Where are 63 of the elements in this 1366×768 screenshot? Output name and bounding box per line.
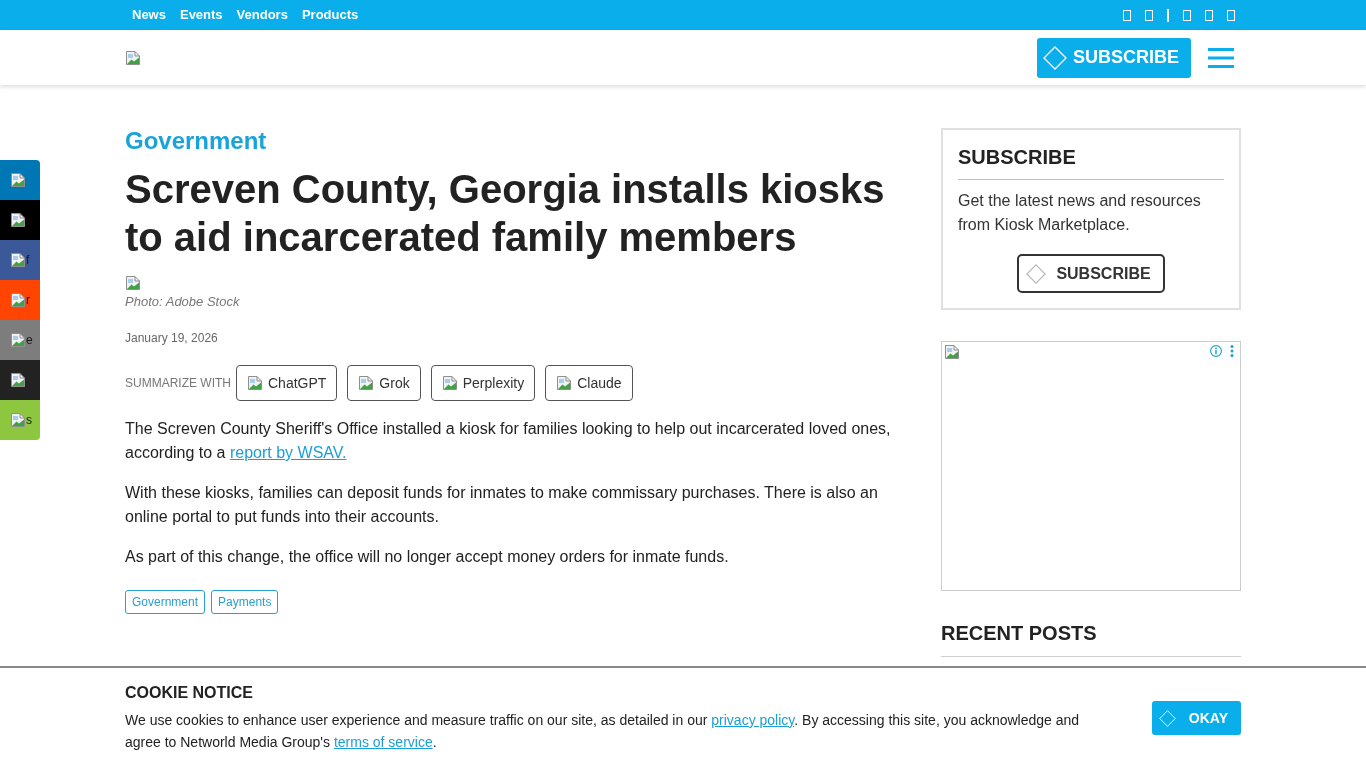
section-heading: SUBSCRIBE <box>958 145 1077 169</box>
broken-image-icon <box>556 375 573 391</box>
summarize-button[interactable]: ChatGPT <box>236 365 338 401</box>
broken-image-icon <box>247 375 263 391</box>
paragraph: With these kiosks, families can deposit funds for inmates to make commissary purchases. There is also an online portal to put funds into their accounts. <box>125 483 879 527</box>
share-button[interactable]: e <box>0 320 40 360</box>
diamond-icon <box>1043 45 1067 70</box>
share-button[interactable]: r <box>0 280 40 320</box>
broken-image-icon <box>10 172 26 188</box>
subscribe-button[interactable]: SUBSCRIBE <box>1017 254 1165 293</box>
kebab-menu-icon[interactable] <box>1230 345 1234 357</box>
square-icon[interactable] <box>1145 9 1153 21</box>
image-alt-text: f <box>26 253 30 267</box>
menu-icon[interactable] <box>1208 47 1234 68</box>
cookie-title: COOKIE NOTICE <box>125 683 253 702</box>
diamond-icon <box>1026 263 1047 284</box>
share-button[interactable] <box>0 200 40 240</box>
image-alt-text: s <box>26 413 32 427</box>
share-button[interactable]: s <box>0 400 40 440</box>
tag-link[interactable]: Payments <box>211 590 279 614</box>
nav-link[interactable]: Events <box>172 7 230 23</box>
paragraph: As part of this change, the office will no longer accept money orders for inmate funds. <box>125 547 730 567</box>
broken-image-icon <box>10 252 26 268</box>
image-alt-text: r <box>26 293 30 307</box>
diamond-icon <box>1158 709 1176 727</box>
broken-image-icon[interactable] <box>125 49 141 66</box>
broken-image-icon <box>10 412 26 428</box>
square-icon[interactable] <box>1227 9 1235 21</box>
article-title: Screven County, Georgia installs kiosks to aid incarcerated family members <box>125 166 886 261</box>
text-link[interactable]: terms of service <box>333 733 433 750</box>
nav-link[interactable]: News <box>125 7 173 23</box>
okay-button[interactable]: OKAY <box>1151 701 1241 735</box>
text-link[interactable]: report by WSAV. <box>229 444 347 461</box>
nav-link[interactable]: Products <box>294 7 366 23</box>
broken-image-icon <box>10 292 26 308</box>
broken-image-icon <box>441 375 458 391</box>
photo-credit: Photo: Adobe Stock <box>125 294 240 310</box>
summarize-button[interactable]: Claude <box>545 365 633 401</box>
share-button[interactable]: f <box>0 240 40 280</box>
square-icon[interactable] <box>1205 9 1213 21</box>
square-icon[interactable] <box>1123 9 1131 21</box>
card-text: Get the latest news and resources from Kiosk Marketplace. <box>958 191 1202 235</box>
image-alt-text: e <box>26 333 33 347</box>
broken-image-icon <box>10 372 26 388</box>
square-icon[interactable] <box>1183 9 1191 21</box>
subscribe-button[interactable]: SUBSCRIBE <box>1037 37 1191 78</box>
cookie-text: We use cookies to enhance user experience and measure traffic on our site, as detailed in our privacy policy. By accessing this site, you acknowledge and agree to Networld Media Group's terms of service. <box>125 710 1081 752</box>
summarize-label: SUMMARIZE WITH <box>125 376 231 390</box>
tag-link[interactable]: Government <box>125 590 206 614</box>
category-link[interactable]: Government <box>125 127 267 155</box>
share-button[interactable] <box>0 360 40 400</box>
summarize-button[interactable]: Grok <box>347 365 421 401</box>
summarize-button[interactable]: Perplexity <box>430 365 536 401</box>
nav-link[interactable]: Vendors <box>229 7 295 23</box>
section-heading: RECENT POSTS <box>941 621 1098 645</box>
broken-image-icon <box>10 212 26 228</box>
info-icon[interactable] <box>1210 345 1222 357</box>
paragraph: The Screven County Sheriff's Office installed a kiosk for families looking to help out incarcerated loved ones, according to a report by WSAV. <box>125 419 892 463</box>
article-date: January 19, 2026 <box>125 330 218 346</box>
broken-image-icon <box>944 344 960 360</box>
broken-image-icon <box>125 275 141 291</box>
broken-image-icon <box>358 375 375 391</box>
broken-image-icon <box>10 332 26 348</box>
